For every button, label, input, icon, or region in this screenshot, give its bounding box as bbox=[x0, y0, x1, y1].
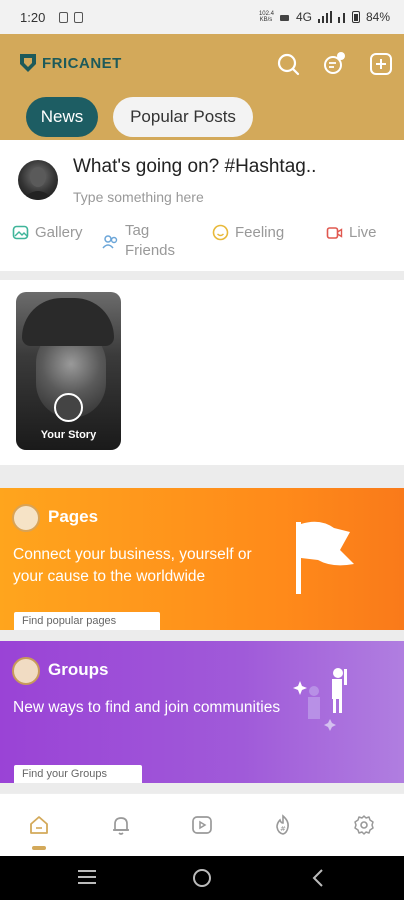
battery-icon bbox=[351, 11, 360, 23]
app-name: FRICANET bbox=[42, 54, 122, 72]
tab-popular-posts[interactable]: Popular Posts bbox=[113, 97, 253, 137]
feeling-button[interactable]: Feeling bbox=[212, 224, 284, 241]
story-avatar bbox=[54, 393, 83, 422]
settings-icon[interactable] bbox=[353, 814, 375, 836]
sim-icon bbox=[74, 11, 84, 23]
pages-description: Connect your business, yourself or your … bbox=[13, 546, 252, 585]
gallery-icon bbox=[12, 225, 29, 240]
status-bar: 1:20 102.4 KB/s 4G 84% bbox=[0, 0, 404, 34]
home-icon[interactable] bbox=[28, 814, 50, 836]
find-popular-pages-button[interactable]: Find popular pages bbox=[14, 612, 160, 630]
signal-icon bbox=[317, 11, 332, 23]
post-composer: What's going on? #Hashtag.. Type somethi… bbox=[0, 140, 404, 271]
svg-text:#: # bbox=[280, 825, 286, 833]
hashtag-icon[interactable]: # bbox=[272, 814, 294, 836]
groups-title: Groups bbox=[48, 660, 109, 679]
system-nav-bar bbox=[0, 856, 404, 900]
find-your-groups-button[interactable]: Find your Groups bbox=[14, 765, 142, 783]
user-photo bbox=[22, 167, 54, 200]
story-label: Your Story bbox=[40, 429, 97, 441]
pages-title: Pages bbox=[48, 507, 99, 526]
battery-level: 84% bbox=[365, 10, 390, 24]
pages-icon bbox=[12, 504, 40, 532]
sim-icon bbox=[59, 11, 69, 23]
back-icon[interactable] bbox=[311, 868, 325, 888]
tag-friends-icon bbox=[102, 234, 118, 249]
live-button[interactable]: Live bbox=[326, 224, 377, 241]
tag-friends-button[interactable]: Tag Friends bbox=[102, 221, 183, 261]
gallery-button[interactable]: Gallery bbox=[12, 224, 83, 241]
notifications-icon[interactable] bbox=[110, 814, 132, 836]
bottom-nav: # bbox=[0, 793, 404, 856]
status-time: 1:20 bbox=[20, 9, 46, 25]
composer-prompt[interactable]: What's going on? #Hashtag.. bbox=[73, 156, 316, 178]
alarm-icon bbox=[279, 14, 289, 21]
add-post-icon[interactable] bbox=[369, 52, 393, 76]
avatar[interactable] bbox=[18, 160, 58, 200]
signal-icon bbox=[337, 13, 345, 23]
chat-icon[interactable] bbox=[322, 52, 346, 76]
app-logo[interactable]: FRICANET bbox=[18, 52, 122, 74]
video-icon[interactable] bbox=[191, 814, 213, 836]
logo-icon bbox=[20, 54, 36, 72]
groups-icon bbox=[12, 657, 40, 685]
stories-section: Your Story bbox=[0, 280, 404, 465]
search-icon[interactable] bbox=[276, 52, 300, 76]
feeling-icon bbox=[212, 224, 229, 241]
group-people-icon bbox=[293, 668, 347, 731]
groups-promo-card[interactable]: Groups New ways to find and join communi… bbox=[0, 641, 404, 783]
pages-promo-card[interactable]: Pages Connect your business, yourself or… bbox=[0, 488, 404, 630]
recent-apps-icon[interactable] bbox=[77, 868, 97, 886]
network-speed: 102.4 KB/s bbox=[258, 11, 274, 23]
flag-icon bbox=[296, 521, 354, 594]
composer-input[interactable]: Type something here bbox=[73, 189, 204, 205]
live-icon bbox=[326, 227, 343, 239]
home-button-icon[interactable] bbox=[192, 868, 212, 888]
active-tab-indicator bbox=[32, 846, 46, 850]
network-type: 4G bbox=[295, 10, 312, 24]
app-header: FRICANET News Popular Posts bbox=[0, 34, 404, 140]
your-story-card[interactable]: Your Story bbox=[16, 292, 121, 450]
tab-news[interactable]: News bbox=[26, 97, 98, 137]
groups-description: New ways to find and join communities bbox=[13, 699, 281, 716]
